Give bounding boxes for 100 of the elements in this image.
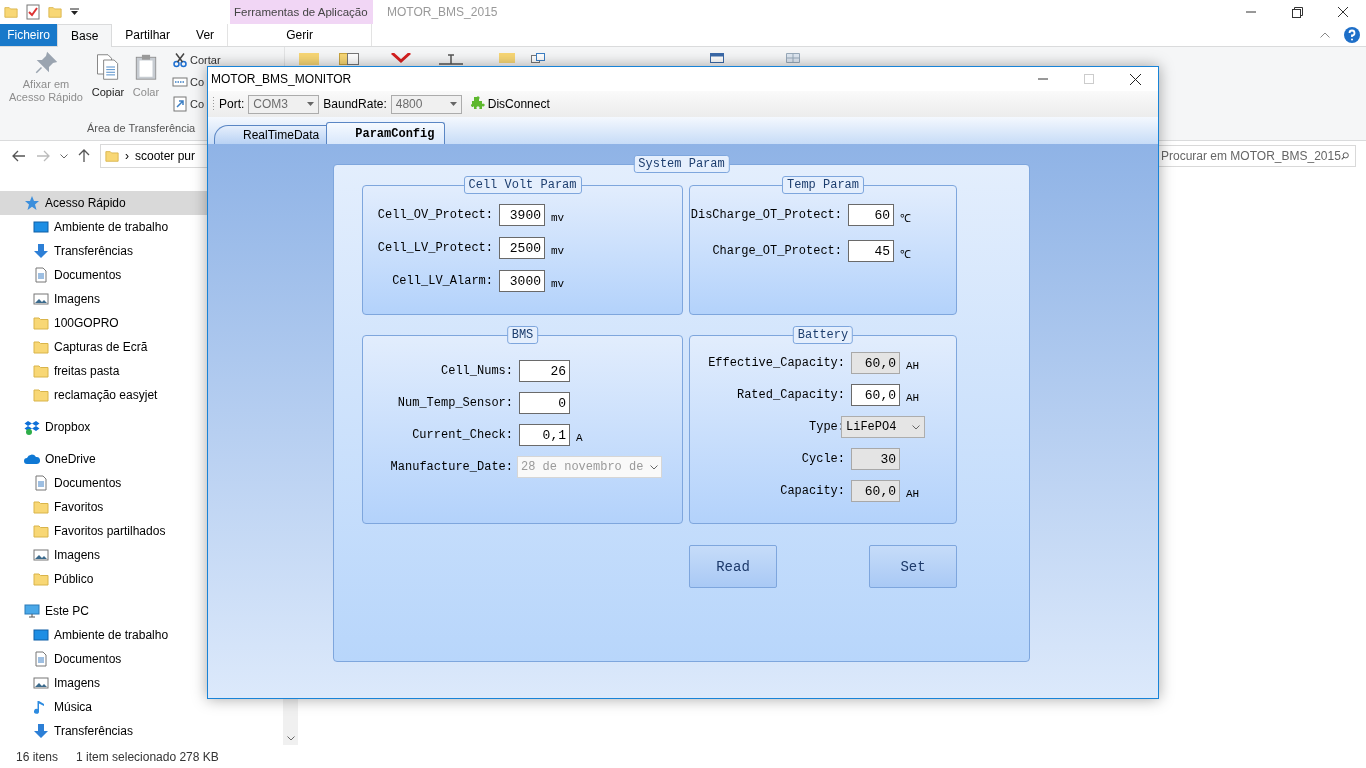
baud-label: BaundRate: xyxy=(323,97,387,111)
window-icon[interactable] xyxy=(710,53,724,63)
nav-item[interactable]: Transferências xyxy=(0,719,283,743)
nav-item[interactable]: freitas pasta xyxy=(0,359,283,383)
folder-icon xyxy=(33,571,49,587)
chevron-down-icon xyxy=(650,464,658,470)
download-icon xyxy=(33,723,49,739)
number-field[interactable]: 0 xyxy=(519,392,570,414)
field-label: Capacity: xyxy=(779,484,846,498)
nav-item[interactable]: Capturas de Ecrã xyxy=(0,335,283,359)
unit-label: ℃ xyxy=(899,212,911,225)
field-label: Effective_Capacity: xyxy=(707,356,846,370)
puzzle-icon xyxy=(468,96,485,112)
nav-item[interactable]: Imagens xyxy=(0,671,283,695)
type-dropdown[interactable]: LiFePO4 xyxy=(841,416,925,438)
folder-icon xyxy=(33,315,49,331)
nav-item[interactable]: Favoritos xyxy=(0,495,283,519)
number-field[interactable]: 60 xyxy=(848,204,894,226)
folder-icon xyxy=(33,339,49,355)
number-field[interactable]: 2500 xyxy=(499,237,545,259)
tab[interactable]: ParamConfig xyxy=(326,122,446,144)
nav-item[interactable]: 100GOPRO xyxy=(0,311,283,335)
dialog-title: MOTOR_BMS_MONITOR xyxy=(211,72,353,86)
back-icon[interactable] xyxy=(12,150,26,162)
collapse-icon[interactable] xyxy=(1320,32,1330,38)
nav-item[interactable]: OneDrive xyxy=(0,447,283,471)
nav-item[interactable]: reclamação easyjet xyxy=(0,383,283,407)
ribbon-tab[interactable]: Ficheiro xyxy=(0,24,57,46)
chevron-down-icon xyxy=(60,153,68,159)
nav-item[interactable]: Ambiente de trabalho xyxy=(0,623,283,647)
unit-label: AH xyxy=(905,486,920,500)
nav-item[interactable]: Imagens xyxy=(0,287,283,311)
ribbon-tab[interactable]: Partilhar xyxy=(112,24,184,46)
nav-item[interactable]: Ambiente de trabalho xyxy=(0,215,283,239)
folder-icon xyxy=(33,363,49,379)
restore-icon xyxy=(1291,6,1303,18)
unit-label: ℃ xyxy=(899,248,911,261)
ribbon-tab[interactable]: Gerir xyxy=(227,24,373,46)
download-icon xyxy=(33,243,49,259)
scroll-down-icon xyxy=(286,736,295,741)
nav-item[interactable]: Imagens xyxy=(0,543,283,567)
ribbon-button[interactable]: Cortar xyxy=(172,51,221,69)
nav-item[interactable]: Transferências xyxy=(0,239,283,263)
unit-label: AH xyxy=(905,390,920,404)
monitor-icon xyxy=(33,219,49,235)
rename-icon[interactable] xyxy=(439,53,463,65)
unit-label: mv xyxy=(550,276,565,290)
action-button[interactable]: Read xyxy=(689,545,777,588)
breadcrumb-item[interactable]: scooter pur xyxy=(135,149,196,163)
nav-item[interactable]: Público xyxy=(0,567,283,591)
selection-info: 1 item selecionado 278 KB xyxy=(76,749,219,764)
unit-label: A xyxy=(575,430,583,444)
number-field[interactable]: 3900 xyxy=(499,204,545,226)
window-title: MOTOR_BMS_2015 xyxy=(386,4,499,21)
action-button[interactable]: Set xyxy=(869,545,957,588)
nav-item[interactable]: Favoritos partilhados xyxy=(0,519,283,543)
nav-item[interactable]: Documentos xyxy=(0,263,283,287)
delete-icon[interactable] xyxy=(391,53,411,63)
nav-item[interactable]: Música xyxy=(0,695,283,719)
dropdown-icon[interactable] xyxy=(70,8,79,16)
unit-label: mv xyxy=(550,243,565,257)
field-label: Current_Check: xyxy=(411,428,514,442)
image-icon xyxy=(33,291,49,307)
nav-item[interactable]: Documentos xyxy=(0,647,283,671)
context-header: Ferramentas de Aplicação xyxy=(230,0,373,24)
field-label: DisCharge_OT_Protect: xyxy=(690,208,843,222)
field-label: Cell_LV_Alarm: xyxy=(391,274,494,288)
ribbon-button[interactable]: Co xyxy=(172,95,221,113)
field-label: Manufacture_Date: xyxy=(389,460,514,474)
up-icon[interactable] xyxy=(78,149,90,163)
disconnect-button[interactable]: DisConnect xyxy=(468,96,550,112)
number-field[interactable]: 45 xyxy=(848,240,894,262)
field-label: Cycle: xyxy=(800,452,846,466)
documents-icon[interactable] xyxy=(339,53,359,65)
field-label: Rated_Capacity: xyxy=(735,388,846,402)
item-count: 16 itens xyxy=(16,749,59,764)
grip-icon xyxy=(212,96,215,112)
number-field[interactable]: 0,1 xyxy=(519,424,570,446)
help-icon[interactable] xyxy=(1344,27,1360,43)
properties-icon xyxy=(26,4,40,20)
folder-icon xyxy=(33,499,49,515)
ribbon-tab[interactable]: Base xyxy=(57,24,113,47)
image-icon xyxy=(33,547,49,563)
number-field[interactable]: 26 xyxy=(519,360,570,382)
field-label: Charge_OT_Protect: xyxy=(711,244,843,258)
group-title: System Param xyxy=(633,155,730,173)
number-field[interactable]: 60,0 xyxy=(851,384,900,406)
nav-item[interactable]: Este PC xyxy=(0,599,283,623)
number-field[interactable]: 3000 xyxy=(499,270,545,292)
unit-label: mv xyxy=(550,210,565,224)
nav-item[interactable]: Dropbox xyxy=(0,415,283,439)
nav-item[interactable]: Documentos xyxy=(0,471,283,495)
ribbon-button[interactable]: Copiar xyxy=(88,51,128,122)
computer-icon xyxy=(24,603,40,619)
new-item-icon[interactable] xyxy=(531,53,545,63)
ribbon-tab[interactable]: Ver xyxy=(183,24,228,46)
group-title: Temp Param xyxy=(782,176,864,194)
maximize-icon xyxy=(1084,74,1094,84)
folder-icon xyxy=(4,5,18,19)
folder-icon xyxy=(33,523,49,539)
